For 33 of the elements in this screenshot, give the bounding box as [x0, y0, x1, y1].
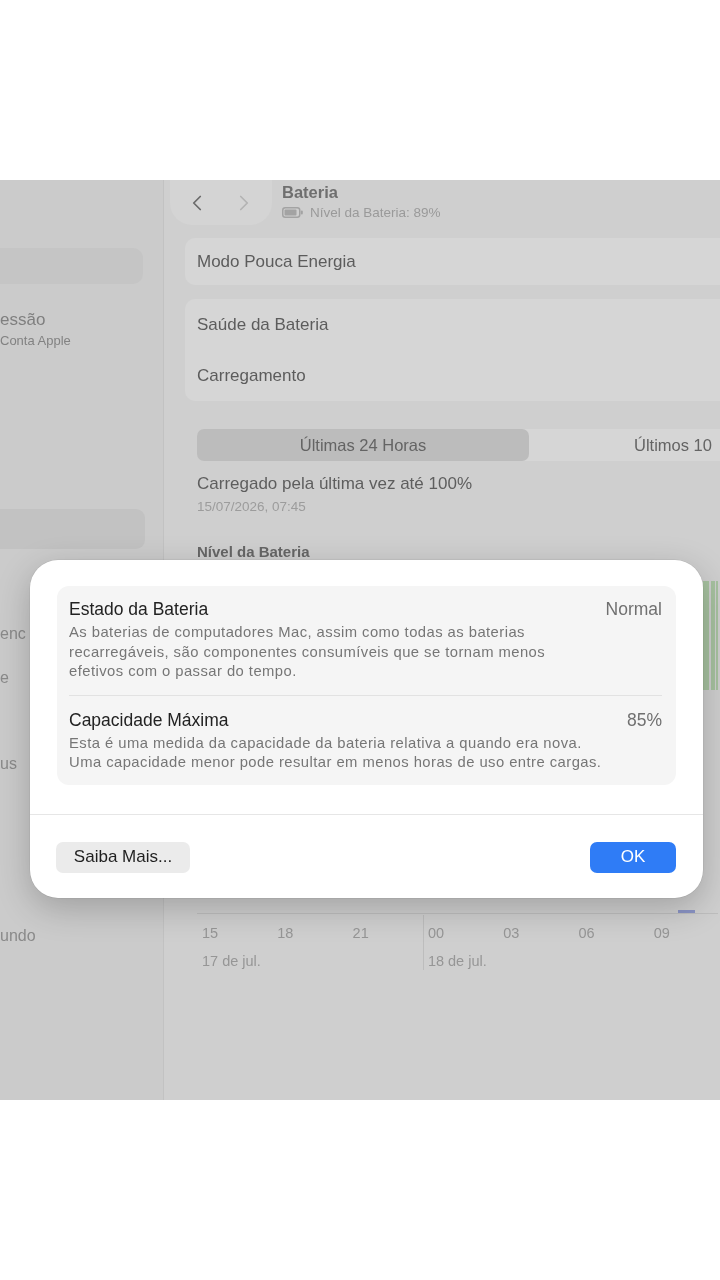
info-value: Normal — [605, 599, 662, 620]
settings-row[interactable]: Modo Pouca Energia — [185, 238, 720, 285]
battery-icon — [282, 207, 303, 218]
learn-more-button[interactable]: Saiba Mais... — [56, 841, 190, 873]
chart-bar — [678, 910, 695, 913]
account-subtitle: Conta Apple — [0, 333, 71, 349]
chart-title: Nível da Bateria — [197, 543, 310, 560]
sidebar-item[interactable]: enc — [0, 614, 26, 654]
axis-hour-label: 03 — [503, 924, 520, 942]
axis-date-label: 18 de jul. — [427, 952, 487, 970]
info-title: Estado da Bateria — [69, 599, 209, 620]
page-title: Bateria — [282, 182, 338, 202]
period-tab[interactable]: Últimos 10 — [529, 429, 720, 461]
sidebar-item[interactable]: undo — [0, 916, 36, 956]
axis-date-label: 17 de jul. — [202, 952, 261, 970]
axis-hour-label: 06 — [578, 924, 595, 942]
axis-hour-label: 09 — [653, 924, 670, 942]
info-description: As baterias de computadores Mac, assim como todas as baterias recarregáveis, são componentes consumíveis que se tornam menos efetivos com o passar do tempo. — [69, 623, 547, 681]
settings-row[interactable]: Saúde da Bateria — [185, 299, 720, 350]
account-name[interactable]: essão — [0, 310, 46, 330]
axis-hour-label: 00 — [427, 924, 445, 942]
ok-button[interactable]: OK — [590, 841, 676, 873]
axis-hour-label: 21 — [352, 924, 369, 942]
period-tab[interactable]: Últimas 24 Horas — [197, 429, 529, 461]
info-value: 85% — [626, 709, 662, 731]
axis-hour-label: 15 — [202, 924, 219, 942]
axis-hour-label: 18 — [277, 924, 294, 942]
last-charge-text: Carregado pela última vez até 100% — [197, 474, 472, 494]
info-title: Capacidade Máxima — [69, 709, 229, 731]
settings-row[interactable]: Carregamento — [185, 350, 720, 401]
info-description: Esta é uma medida da capacidade da bateria relativa a quando era nova. Uma capacidade menor pode resultar em menos horas de uso entre cargas. — [69, 733, 603, 772]
sidebar-item[interactable]: us — [0, 744, 17, 784]
sidebar-item[interactable]: e — [0, 658, 9, 698]
